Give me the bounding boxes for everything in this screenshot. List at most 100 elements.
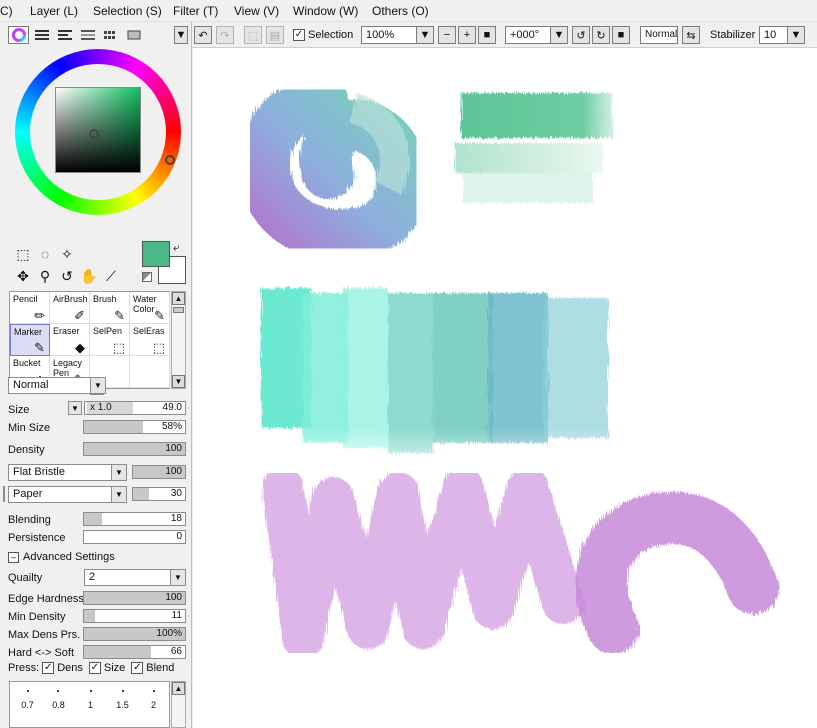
- texture-select[interactable]: Paper ▼: [8, 486, 127, 503]
- min-size-slider[interactable]: 58%: [83, 420, 186, 434]
- stabilizer-value: 10: [764, 29, 777, 41]
- advanced-settings-label: Advanced Settings: [23, 551, 115, 563]
- blending-slider[interactable]: 18: [83, 512, 186, 526]
- invert-selection-button[interactable]: ▤: [266, 26, 284, 44]
- ring-stroke: [238, 77, 429, 261]
- min-density-slider[interactable]: 11: [83, 609, 186, 623]
- brush-watercolor[interactable]: Water Color ✎: [130, 292, 170, 324]
- brush-seleras[interactable]: SelEras ⬚: [130, 324, 170, 356]
- scroll-down-icon[interactable]: ▼: [172, 375, 185, 388]
- move-icon[interactable]: ✥: [12, 265, 34, 287]
- brush-selpen[interactable]: SelPen ⬚: [90, 324, 130, 356]
- zoom-reset-button[interactable]: ■: [478, 26, 496, 44]
- rotation-dropdown-button[interactable]: ▼: [550, 26, 568, 44]
- eyedropper-icon[interactable]: ⟋: [100, 265, 122, 287]
- scroll-up-icon[interactable]: ▲: [172, 292, 185, 305]
- bristle-slider[interactable]: 100: [132, 465, 186, 479]
- size-range-select[interactable]: ▼: [68, 401, 82, 415]
- foreground-color-swatch[interactable]: [142, 241, 170, 267]
- size-preset[interactable]: 1: [78, 700, 103, 710]
- max-dens-slider[interactable]: 100%: [83, 627, 186, 641]
- scratchpad-tab[interactable]: [123, 26, 144, 44]
- swatches-icon: [103, 31, 115, 39]
- size-preset[interactable]: 0.8: [46, 700, 71, 710]
- texture-slider[interactable]: 30: [132, 487, 186, 501]
- brush-airbrush[interactable]: AirBrush ✐: [50, 292, 90, 324]
- density-slider[interactable]: 100: [83, 442, 186, 456]
- blend-mode-toolbar-value: Normal: [645, 29, 678, 40]
- rect-select-icon[interactable]: ⬚: [12, 243, 34, 265]
- brush-brush[interactable]: Brush ✎: [90, 292, 130, 324]
- rotation-field[interactable]: +000°: [505, 26, 551, 44]
- menu-layer[interactable]: Layer (L): [30, 4, 78, 18]
- toolbar-dropdown-icon[interactable]: ▼: [174, 26, 188, 44]
- blend-mode-select[interactable]: Normal ▼: [8, 377, 106, 394]
- swatches-tab[interactable]: [100, 26, 121, 44]
- press-dens-checkbox[interactable]: ✓: [42, 662, 55, 674]
- zoom-out-button[interactable]: −: [438, 26, 456, 44]
- drawing-canvas[interactable]: [193, 48, 817, 728]
- size-preset[interactable]: 1.5: [110, 700, 135, 710]
- swap-colors-icon[interactable]: ⤶: [173, 240, 180, 255]
- texture-indicator: [3, 486, 5, 502]
- undo-icon: ↶: [198, 29, 208, 42]
- magic-wand-icon[interactable]: ✧: [56, 243, 78, 265]
- zoom-in-button[interactable]: +: [458, 26, 476, 44]
- brush-eraser[interactable]: Eraser ◆: [50, 324, 90, 356]
- hard-soft-slider[interactable]: 66: [83, 645, 186, 659]
- redo-button[interactable]: ↷: [216, 26, 234, 44]
- scroll-thumb[interactable]: [173, 307, 184, 313]
- hue-marker[interactable]: [165, 155, 175, 165]
- size-preset[interactable]: 0.7: [15, 700, 40, 710]
- rotate-left-button[interactable]: ↺: [572, 26, 590, 44]
- menu-edit[interactable]: C): [0, 4, 13, 18]
- zoom-icon[interactable]: ⚲: [34, 265, 56, 287]
- deselect-button[interactable]: ⬚: [244, 26, 262, 44]
- color-mixer-tab[interactable]: [77, 26, 98, 44]
- size-field[interactable]: x 1.0 49.0: [84, 401, 186, 415]
- scroll-up-icon[interactable]: ▲: [172, 682, 185, 695]
- bristle-select[interactable]: Flat Bristle ▼: [8, 464, 127, 481]
- menu-window[interactable]: Window (W): [293, 4, 358, 18]
- quality-select[interactable]: 2 ▼: [84, 569, 186, 586]
- press-blend-checkbox[interactable]: ✓: [131, 662, 144, 674]
- zoom-dropdown-button[interactable]: ▼: [416, 26, 434, 44]
- green-strokes: [455, 93, 613, 203]
- hsv-slider-tab[interactable]: [54, 26, 75, 44]
- size-grid-scrollbar[interactable]: ▲: [171, 681, 186, 728]
- color-wheel[interactable]: [15, 49, 181, 215]
- min-size-label: Min Size: [8, 422, 51, 434]
- stabilizer-dropdown-button[interactable]: ▼: [787, 26, 805, 44]
- edge-hardness-value: 100: [165, 592, 182, 603]
- flip-horizontal-button[interactable]: ⇆: [682, 26, 700, 44]
- menu-filter[interactable]: Filter (T): [173, 4, 218, 18]
- persistence-slider[interactable]: 0: [83, 530, 186, 544]
- selection-checkbox[interactable]: ✓: [293, 29, 305, 41]
- press-size-checkbox[interactable]: ✓: [88, 662, 101, 674]
- color-wheel-tab[interactable]: [8, 26, 29, 44]
- undo-button[interactable]: ↶: [194, 26, 212, 44]
- brush-grid-scrollbar[interactable]: ▲ ▼: [171, 291, 186, 389]
- rgb-slider-tab[interactable]: [31, 26, 52, 44]
- advanced-settings-toggle[interactable]: – Advanced Settings: [8, 551, 115, 563]
- chevron-down-icon: ▼: [90, 378, 105, 393]
- menu-others[interactable]: Others (O): [372, 4, 429, 18]
- rotate-right-button[interactable]: ↻: [592, 26, 610, 44]
- size-preset[interactable]: 2: [141, 700, 166, 710]
- edge-hardness-slider[interactable]: 100: [83, 591, 186, 605]
- blend-mode-field[interactable]: Normal: [640, 26, 678, 44]
- rotation-reset-button[interactable]: ■: [612, 26, 630, 44]
- sv-marker[interactable]: [89, 129, 99, 139]
- rotate-icon[interactable]: ↺: [56, 265, 78, 287]
- hand-icon[interactable]: ✋: [78, 265, 100, 287]
- menu-selection[interactable]: Selection (S): [93, 4, 162, 18]
- purple-strokes: [262, 467, 779, 659]
- reset-colors-icon[interactable]: [142, 272, 152, 282]
- lasso-icon[interactable]: ◌: [34, 243, 56, 265]
- menu-view[interactable]: View (V): [234, 4, 279, 18]
- brush-marker[interactable]: Marker ✎: [10, 324, 50, 356]
- quality-label: Quailty: [8, 572, 43, 584]
- brush-pencil[interactable]: Pencil ✏: [10, 292, 50, 324]
- zoom-field[interactable]: 100%: [361, 26, 417, 44]
- brush-empty-slot[interactable]: [130, 356, 170, 388]
